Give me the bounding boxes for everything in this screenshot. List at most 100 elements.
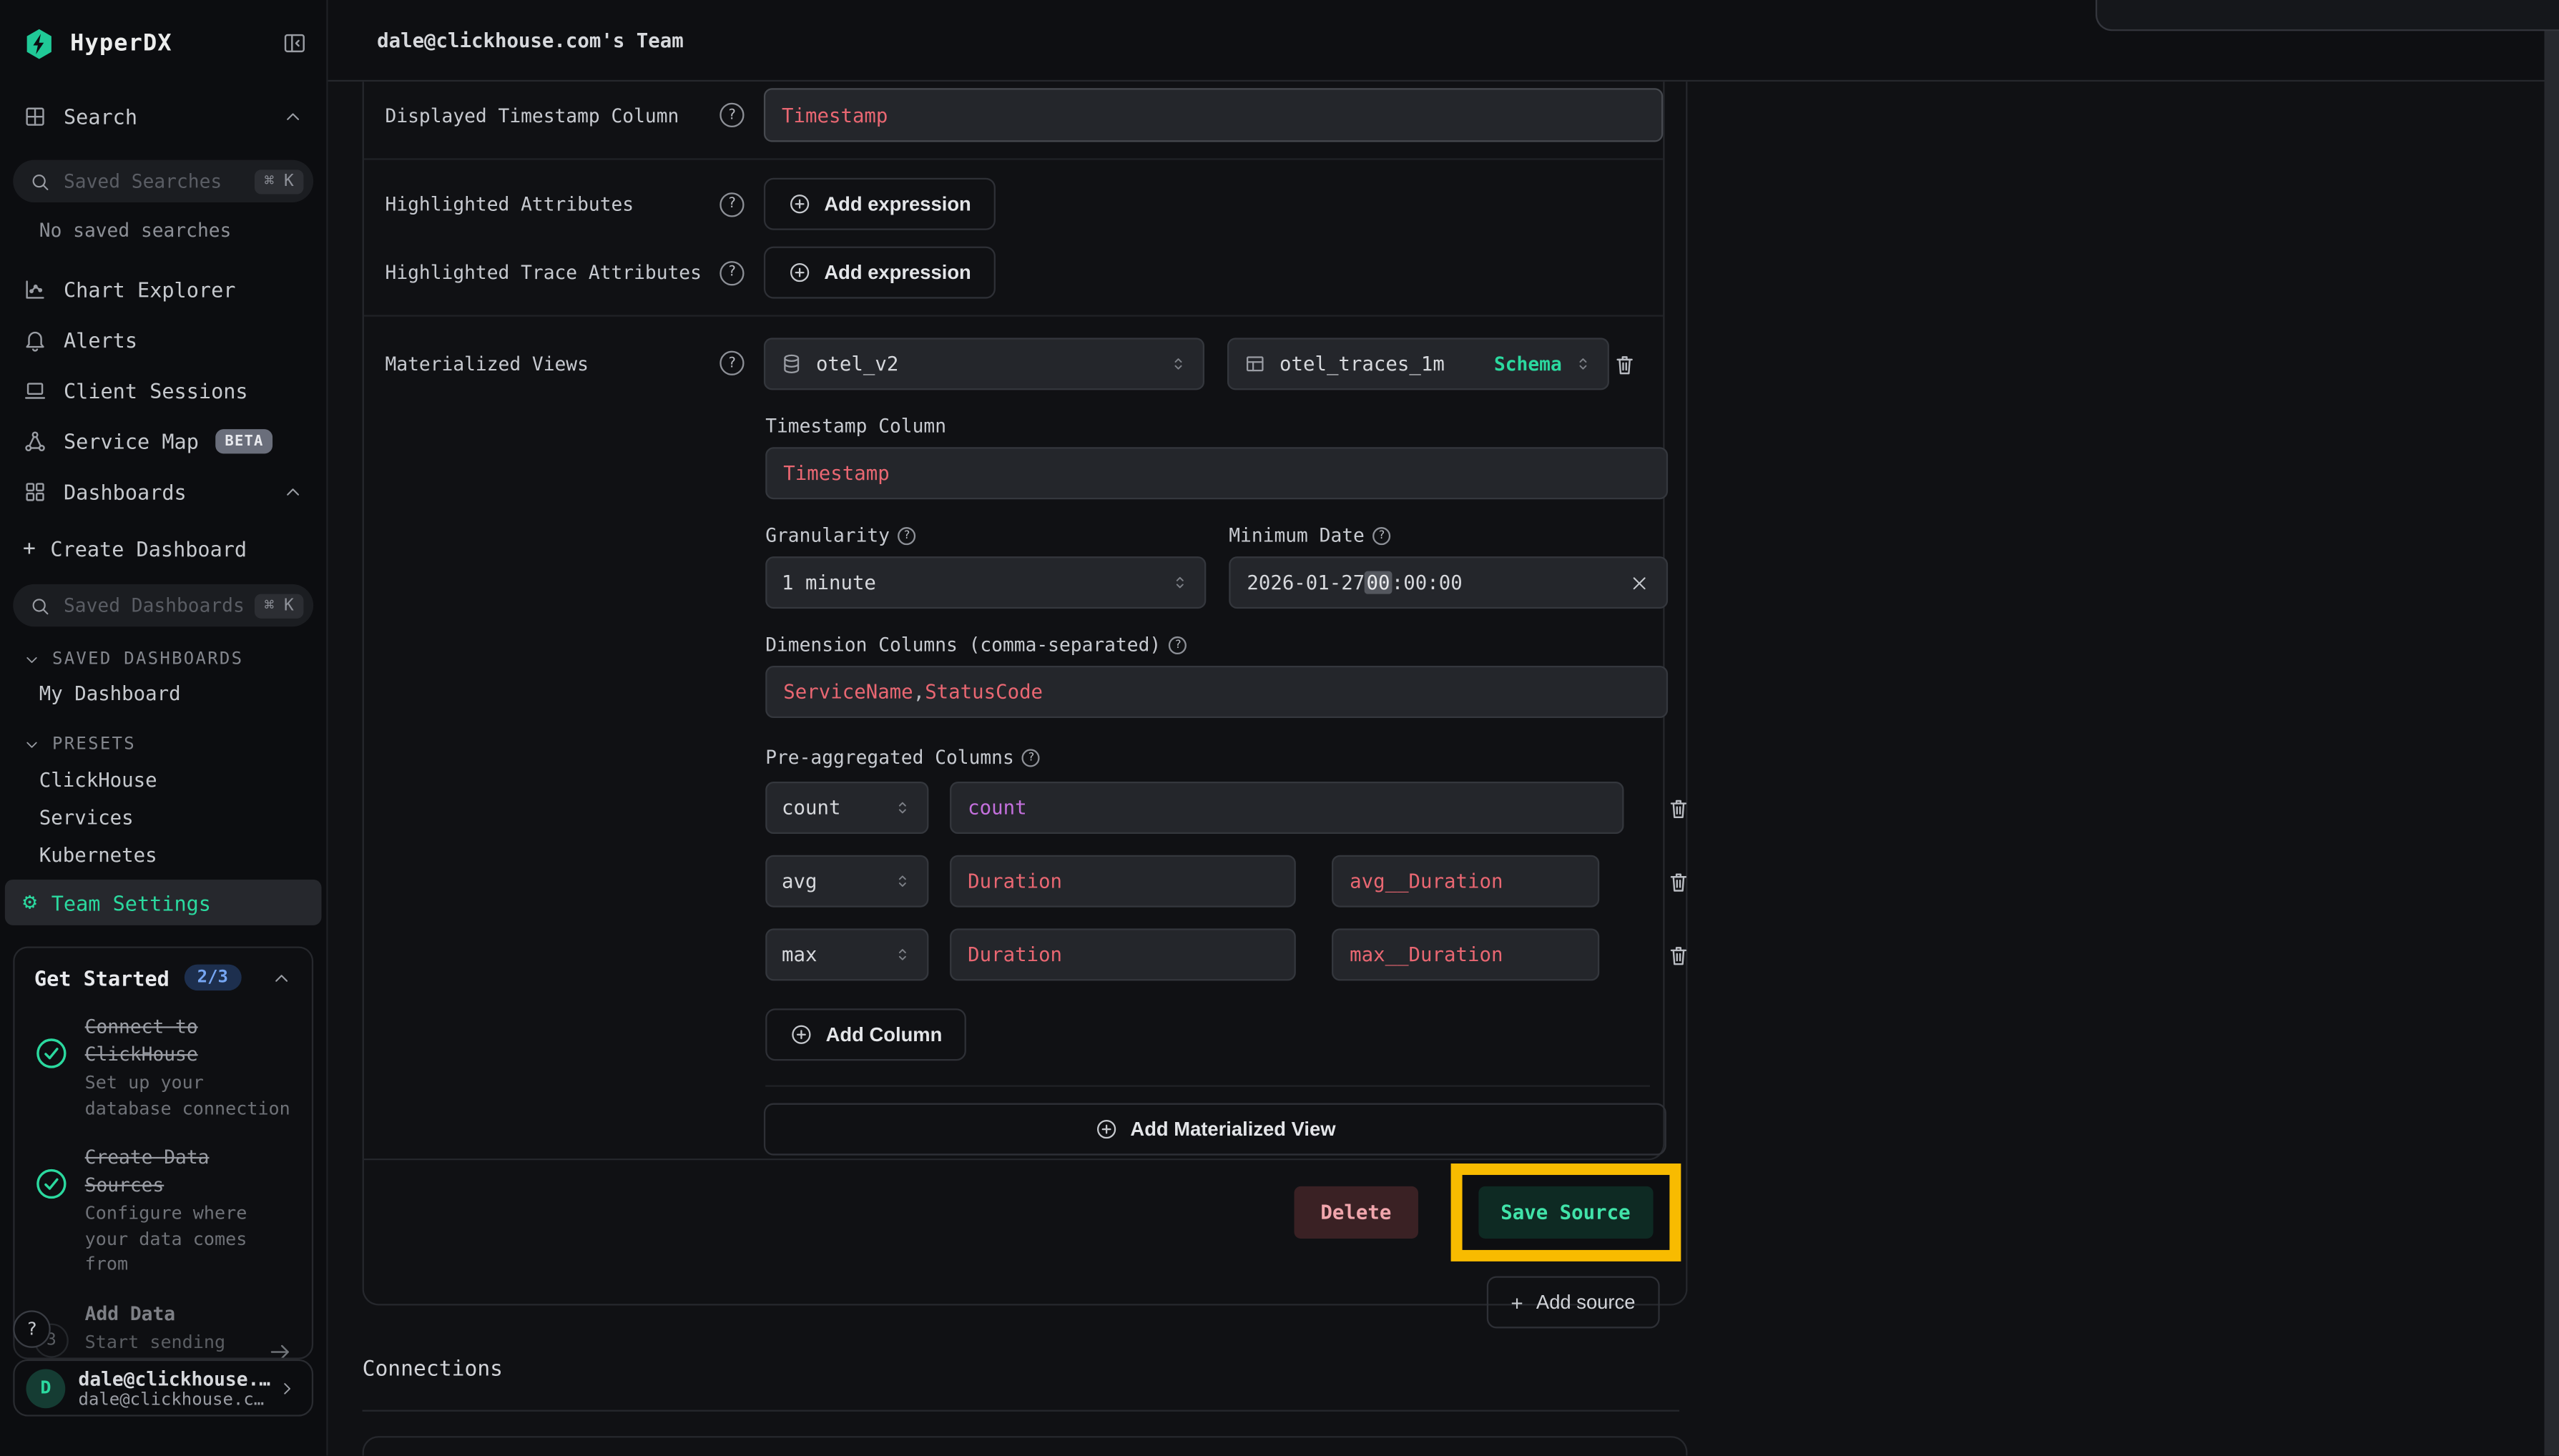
highlighted-trace-attributes-row: Highlighted Trace Attributes ? Add expre… — [364, 247, 1663, 299]
group-heading-label: SAVED DASHBOARDS — [52, 649, 243, 669]
grid-icon — [23, 480, 47, 504]
team-settings-label: Team Settings — [51, 890, 211, 915]
save-source-button[interactable]: Save Source — [1478, 1186, 1653, 1239]
table-icon — [1244, 353, 1267, 375]
aggregate-fn-select[interactable]: count — [765, 782, 928, 834]
pre-aggregated-row: avg Duration avg__Duration — [765, 855, 1691, 907]
saved-searches-input[interactable]: Saved Searches ⌘ K — [13, 160, 313, 202]
help-icon[interactable]: ? — [719, 103, 744, 127]
create-dashboard-label: Create Dashboard — [50, 536, 247, 561]
dimension-columns-input[interactable]: ServiceName, StatusCode — [765, 666, 1668, 718]
displayed-timestamp-row: Displayed Timestamp Column ? Timestamp — [364, 88, 1663, 142]
aggregate-fn-select[interactable]: max — [765, 928, 928, 980]
help-icon[interactable]: ? — [1372, 526, 1390, 544]
sidebar-item-search[interactable]: Search — [0, 92, 326, 140]
get-started-step-connect[interactable]: Connect to ClickHouse Set up your databa… — [34, 1013, 293, 1121]
expression-input[interactable]: Duration — [950, 855, 1296, 907]
granularity-select[interactable]: 1 minute — [765, 556, 1206, 609]
clear-date-icon[interactable] — [1629, 572, 1650, 594]
connections-card — [363, 1436, 1688, 1455]
team-settings-content: Displayed Timestamp Column ? Timestamp H… — [328, 82, 2559, 1455]
get-started-step-sources[interactable]: Create Data Sources Configure where your… — [34, 1144, 293, 1277]
materialized-view-config: Timestamp Column Timestamp Granularity ? — [765, 415, 1668, 1061]
help-icon[interactable]: ? — [719, 260, 744, 285]
get-started-header[interactable]: Get Started 2/3 — [34, 965, 293, 991]
user-name: dale@clickhouse.… — [79, 1367, 271, 1389]
database-select[interactable]: otel_v2 — [764, 338, 1204, 390]
sidebar-item-dashboards[interactable]: Dashboards — [0, 467, 326, 518]
timestamp-column-input[interactable]: Timestamp — [765, 447, 1668, 499]
add-source-button[interactable]: + Add source — [1486, 1276, 1660, 1328]
help-button[interactable]: ? — [13, 1310, 50, 1347]
help-icon[interactable]: ? — [898, 526, 915, 544]
connections-heading: Connections — [363, 1358, 503, 1382]
sidebar-item-label: Service Map — [64, 429, 199, 453]
chevron-up-icon[interactable] — [283, 481, 304, 503]
search-icon — [29, 170, 51, 192]
source-form-panel: Displayed Timestamp Column ? Timestamp H… — [364, 82, 1665, 1160]
sidebar-item-my-dashboard[interactable]: My Dashboard — [0, 676, 326, 712]
help-icon[interactable]: ? — [1022, 748, 1040, 766]
minimum-date-label: Minimum Date ? — [1229, 523, 1669, 546]
sidebar-item-kubernetes[interactable]: Kubernetes — [0, 835, 326, 872]
form-actions: Delete Save Source — [364, 1164, 1686, 1261]
divider — [765, 1085, 1650, 1086]
delete-column-icon[interactable] — [1666, 943, 1691, 967]
pre-aggregated-columns-label: Pre-aggregated Columns ? — [765, 746, 1668, 769]
saved-dashboards-group-heading[interactable]: SAVED DASHBOARDS — [23, 643, 326, 676]
sidebar-item-team-settings[interactable]: ⚙ Team Settings — [5, 880, 322, 925]
table-select[interactable]: otel_traces_1m Schema — [1227, 338, 1609, 390]
field-label: Highlighted Attributes — [385, 192, 634, 215]
chevron-up-icon[interactable] — [271, 967, 293, 988]
delete-column-icon[interactable] — [1666, 869, 1691, 893]
help-icon[interactable]: ? — [719, 351, 744, 375]
help-icon[interactable]: ? — [1169, 636, 1187, 654]
add-expression-button[interactable]: Add expression — [764, 178, 996, 230]
expression-input[interactable]: Duration — [950, 928, 1296, 980]
sidebar-item-chart-explorer[interactable]: Chart Explorer — [0, 265, 326, 315]
page-title: dale@clickhouse.com's Team — [377, 29, 684, 51]
sidebar-item-clickhouse[interactable]: ClickHouse — [0, 760, 326, 797]
chevron-up-icon[interactable] — [283, 105, 304, 127]
add-column-button[interactable]: Add Column — [765, 1008, 966, 1061]
delete-source-button[interactable]: Delete — [1295, 1186, 1418, 1239]
check-circle-icon — [34, 1013, 70, 1121]
alias-input[interactable]: max__Duration — [1332, 928, 1599, 980]
get-started-step-add-data[interactable]: 3 Add Data Start sending logs, metrics, … — [34, 1300, 293, 1359]
sidebar-collapse-icon[interactable] — [283, 31, 307, 55]
sidebar-item-service-map[interactable]: Service Map BETA — [0, 416, 326, 467]
displayed-timestamp-input[interactable]: Timestamp — [764, 88, 1663, 142]
app-name: HyperDX — [70, 30, 172, 56]
date-hour-segment[interactable]: 00 — [1365, 571, 1392, 594]
select-chevrons-icon — [1169, 354, 1188, 373]
check-circle-icon — [34, 1144, 70, 1277]
sidebar-item-client-sessions[interactable]: Client Sessions — [0, 365, 326, 416]
progress-badge: 2/3 — [184, 965, 241, 991]
user-menu[interactable]: D dale@clickhouse.… dale@clickhouse.c… — [13, 1359, 313, 1417]
get-started-panel: Get Started 2/3 Connect to ClickHouse Se… — [13, 946, 313, 1359]
saved-dashboards-input[interactable]: Saved Dashboards ⌘ K — [13, 584, 313, 626]
create-dashboard-button[interactable]: + Create Dashboard — [0, 523, 326, 572]
sidebar-item-services[interactable]: Services — [0, 798, 326, 835]
topbar: dale@clickhouse.com's Team — [328, 0, 2559, 82]
delete-materialized-view-icon[interactable] — [1613, 352, 1637, 376]
delete-column-icon[interactable] — [1666, 795, 1691, 820]
chevron-right-icon — [277, 1378, 297, 1397]
plus-circle-icon — [790, 1023, 812, 1046]
database-icon — [780, 353, 803, 375]
expression-input[interactable]: count — [950, 782, 1624, 834]
add-materialized-view-button[interactable]: Add Materialized View — [764, 1103, 1666, 1156]
presets-group-heading[interactable]: PRESETS — [23, 728, 326, 761]
shortcut-badge: ⌘ K — [255, 593, 304, 617]
step-desc: Set up your database connection — [85, 1071, 293, 1121]
arrow-right-icon — [267, 1300, 292, 1359]
add-expression-button[interactable]: Add expression — [764, 247, 996, 299]
minimum-date-input[interactable]: 2026-01-27 00:00:00 — [1229, 556, 1668, 609]
scrollbar[interactable] — [2544, 0, 2559, 1455]
sidebar-item-label: Dashboards — [64, 480, 187, 504]
schema-link[interactable]: Schema — [1494, 353, 1562, 375]
sidebar-item-alerts[interactable]: Alerts — [0, 315, 326, 365]
alias-input[interactable]: avg__Duration — [1332, 855, 1599, 907]
aggregate-fn-select[interactable]: avg — [765, 855, 928, 907]
help-icon[interactable]: ? — [719, 192, 744, 216]
